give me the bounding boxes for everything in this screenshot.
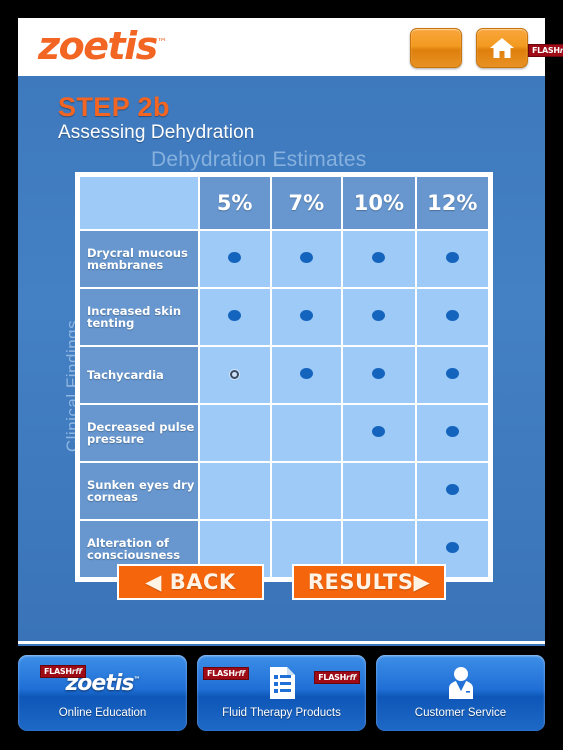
cell-r1-c1[interactable] <box>199 231 270 287</box>
cell-r5-c2[interactable] <box>271 463 342 519</box>
page-title: STEP 2b <box>58 92 170 122</box>
row-label: Sunken eyes dry corneas <box>80 463 198 519</box>
cell-r4-c1[interactable] <box>199 405 270 461</box>
cell-r4-c4[interactable] <box>416 405 488 461</box>
indicator-dot <box>445 368 459 379</box>
dehydration-table: 5% 7% 10% 12% Drycral mucous membranes In… <box>75 172 493 582</box>
cell-r4-c2[interactable] <box>271 405 342 461</box>
home-button[interactable] <box>476 28 528 68</box>
home-icon <box>477 29 527 67</box>
cell-r5-c4[interactable] <box>416 463 488 519</box>
cursor-ring-indicator <box>230 370 240 379</box>
indicator-dot <box>372 368 386 379</box>
table-row: Decreased pulse pressure <box>80 405 488 461</box>
cell-r2-c4[interactable] <box>416 289 488 345</box>
app-screen: zoetis™ FLASHrff STEP 2b Assessing Dehyd… <box>0 0 563 750</box>
panel-divider <box>18 641 545 644</box>
table-row: Drycral mucous membranes <box>80 231 488 287</box>
indicator-dot <box>445 542 459 553</box>
cell-r4-c3[interactable] <box>343 405 415 461</box>
zoetis-logo: zoetis™ <box>38 24 167 68</box>
cell-r1-c3[interactable] <box>343 231 415 287</box>
cell-r5-c1[interactable] <box>199 463 270 519</box>
table-caption: Dehydration Estimates <box>151 148 367 171</box>
tile-label-online-education: Online Education <box>58 707 147 719</box>
indicator-dot <box>372 426 386 437</box>
table-row: Tachycardia <box>80 347 488 403</box>
row-label: Increased skin tenting <box>80 289 198 345</box>
cell-r1-c4[interactable] <box>416 231 488 287</box>
cell-r2-c3[interactable] <box>343 289 415 345</box>
menu-button[interactable] <box>410 28 462 68</box>
trademark-symbol: ™ <box>156 37 167 49</box>
cell-r3-c3[interactable] <box>343 347 415 403</box>
tile-label-fluid-therapy-products: Fluid Therapy Products <box>222 707 341 719</box>
table-header-row: 5% 7% 10% 12% <box>80 177 488 229</box>
cell-r2-c1[interactable] <box>199 289 270 345</box>
page-subtitle: Assessing Dehydration <box>58 122 255 143</box>
tile-customer-service[interactable]: Customer Service <box>376 655 545 731</box>
indicator-dot <box>445 252 459 263</box>
indicator-dot <box>445 484 459 495</box>
table-body: Drycral mucous membranes Increased skin t… <box>80 231 488 577</box>
indicator-dot <box>445 310 459 321</box>
row-label: Tachycardia <box>80 347 198 403</box>
cell-r1-c2[interactable] <box>271 231 342 287</box>
cell-r3-c2[interactable] <box>271 347 342 403</box>
tile-fluid-therapy-products[interactable]: FLASHrff FLASHrff Fluid Therapy Products <box>197 655 366 731</box>
table-corner-cell <box>80 177 198 229</box>
content-panel: STEP 2b Assessing Dehydration Dehydratio… <box>18 76 545 646</box>
indicator-dot <box>372 252 386 263</box>
cell-r3-c4[interactable] <box>416 347 488 403</box>
bottom-tile-bar: FLASHrff zoetis™ Online Education FLASHr… <box>18 655 545 731</box>
table-row: Sunken eyes dry corneas <box>80 463 488 519</box>
customer-service-person-icon <box>376 665 545 701</box>
back-button[interactable]: ◀ BACK <box>117 564 264 600</box>
indicator-dot <box>228 252 242 263</box>
cell-r2-c2[interactable] <box>271 289 342 345</box>
cell-r5-c3[interactable] <box>343 463 415 519</box>
row-label: Decreased pulse pressure <box>80 405 198 461</box>
flash-badge-online-education: FLASHrff <box>40 665 86 678</box>
flash-badge-text: FLASH <box>532 46 560 55</box>
indicator-dot <box>299 252 313 263</box>
indicator-dot <box>445 426 459 437</box>
flash-badge-top: FLASHrff <box>528 40 563 58</box>
indicator-dot <box>299 310 313 321</box>
indicator-dot <box>372 310 386 321</box>
results-button[interactable]: RESULTS▶ <box>292 564 446 600</box>
table-row: Increased skin tenting <box>80 289 488 345</box>
tile-online-education[interactable]: FLASHrff zoetis™ Online Education <box>18 655 187 731</box>
indicator-dot <box>228 310 242 321</box>
column-header-12: 12% <box>416 177 488 229</box>
indicator-dot <box>299 368 313 379</box>
results-button-label: RESULTS▶ <box>307 570 431 594</box>
column-header-10: 10% <box>343 177 415 229</box>
column-header-7: 7% <box>271 177 342 229</box>
back-button-label: ◀ BACK <box>145 570 236 594</box>
brand-header-bar: zoetis™ <box>18 18 545 76</box>
row-label: Drycral mucous membranes <box>80 231 198 287</box>
document-list-icon <box>197 665 366 701</box>
column-header-5: 5% <box>199 177 270 229</box>
cell-r3-c1[interactable] <box>199 347 270 403</box>
zoetis-logo-text: zoetis <box>38 24 158 68</box>
tile-label-customer-service: Customer Service <box>414 707 507 719</box>
